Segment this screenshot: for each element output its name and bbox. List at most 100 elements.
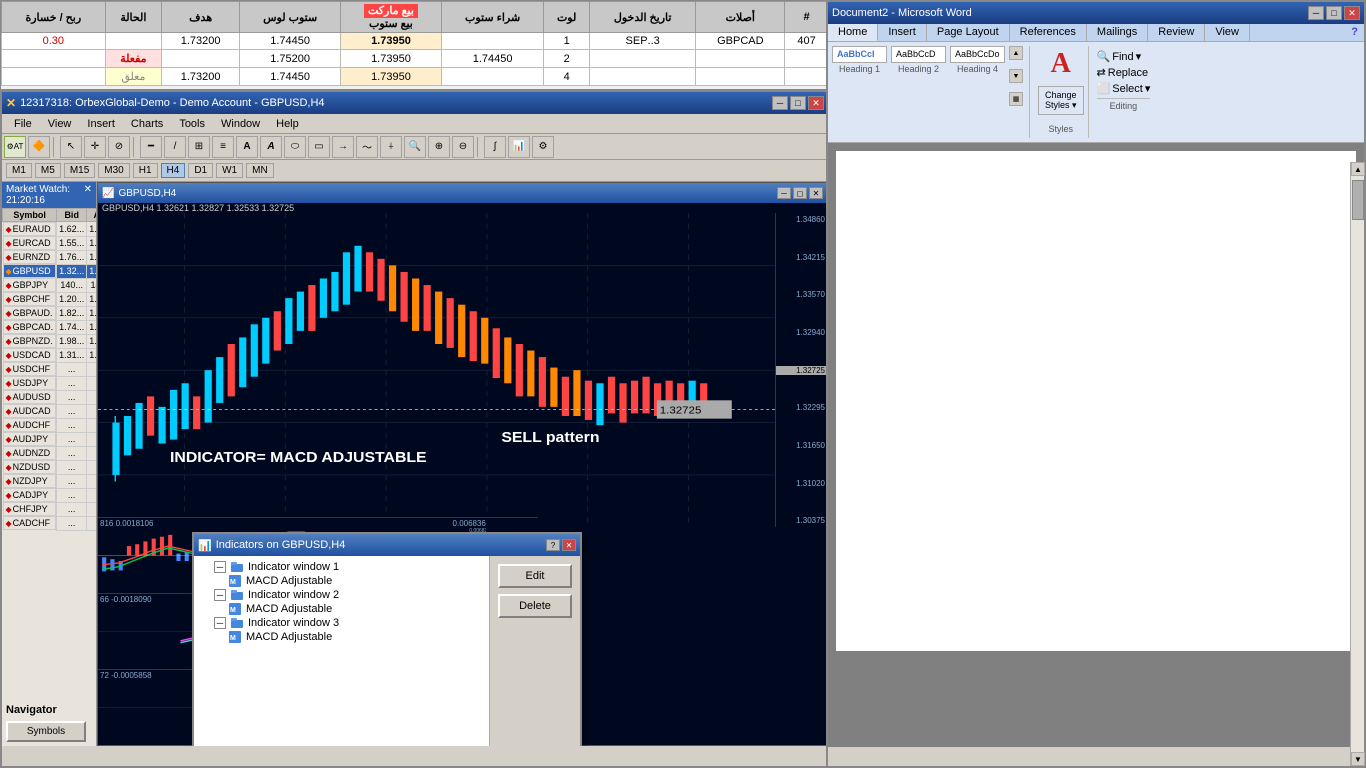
word-tab-insert[interactable]: Insert <box>878 24 927 41</box>
mw-symbol-cell[interactable]: ◆ GBPNZD. <box>3 334 57 348</box>
menu-insert[interactable]: Insert <box>79 116 123 132</box>
tf-h4[interactable]: H4 <box>161 163 186 178</box>
dialog-controls[interactable]: ? ✕ <box>546 539 576 551</box>
mw-symbol-cell[interactable]: ◆ AUDJPY <box>3 432 57 446</box>
mw-symbol-cell[interactable]: ◆ AUDCAD <box>3 404 57 418</box>
scrollbar-thumb[interactable] <box>1352 180 1364 220</box>
tf-m5[interactable]: M5 <box>35 163 61 178</box>
word-tab-mailings[interactable]: Mailings <box>1087 24 1148 41</box>
word-tab-references[interactable]: References <box>1010 24 1087 41</box>
chart-close-btn[interactable]: ✕ <box>809 187 823 199</box>
mw-symbol-cell[interactable]: ◆ CADCHF <box>3 516 57 530</box>
tree-expand-2[interactable]: ─ <box>214 589 226 601</box>
mw-symbol-cell[interactable]: ◆ USDJPY <box>3 376 57 390</box>
scrollbar-dn-btn[interactable]: ▼ <box>1351 752 1365 766</box>
toolbar-zoomin-icon[interactable]: ⊕ <box>428 136 450 158</box>
replace-btn[interactable]: ⇄ Replace <box>1097 66 1151 79</box>
styles-scroll-dn[interactable]: ▼ <box>1009 69 1023 83</box>
heading4-style-btn[interactable]: AaBbCcDo <box>950 46 1005 63</box>
autotrading-icon[interactable]: ⚙AT <box>4 136 26 158</box>
mw-symbol-cell[interactable]: ◆ NZDUSD <box>3 460 57 474</box>
menu-help[interactable]: Help <box>268 116 307 132</box>
mt4-maximize-btn[interactable]: □ <box>790 96 806 110</box>
toolbar-text-icon[interactable]: ≡ <box>212 136 234 158</box>
heading1-style-btn[interactable]: AaBbCcI <box>832 46 887 63</box>
toolbar-settings-icon[interactable]: ⚙ <box>532 136 554 158</box>
toolbar-tline-icon[interactable]: / <box>164 136 186 158</box>
edit-button[interactable]: Edit <box>498 564 572 588</box>
toolbar-icon-1[interactable]: 🔶 <box>28 136 50 158</box>
word-titlebar-controls[interactable]: ─ □ ✕ <box>1308 6 1360 20</box>
styles-scroll-up[interactable]: ▲ <box>1009 46 1023 60</box>
scrollbar-up-btn[interactable]: ▲ <box>1351 162 1365 176</box>
word-minimize-btn[interactable]: ─ <box>1308 6 1324 20</box>
tf-m1[interactable]: M1 <box>6 163 32 178</box>
mw-symbol-cell[interactable]: ◆ EURCAD <box>3 236 57 250</box>
word-tab-review[interactable]: Review <box>1148 24 1205 41</box>
mt4-close-btn[interactable]: ✕ <box>808 96 824 110</box>
chart-minimize-btn[interactable]: ─ <box>777 187 791 199</box>
mw-symbol-cell[interactable]: ◆ CHFJPY <box>3 502 57 516</box>
mw-symbol-cell[interactable]: ◆ GBPUSD <box>3 264 57 278</box>
menu-charts[interactable]: Charts <box>123 116 171 132</box>
menu-view[interactable]: View <box>40 116 80 132</box>
toolbar-mag-icon[interactable]: 🔍 <box>404 136 426 158</box>
dialog-close-btn[interactable]: ✕ <box>562 539 576 551</box>
change-styles-btn[interactable]: Change Styles ▾ <box>1038 86 1084 115</box>
toolbar-ellipse-icon[interactable]: ⬭ <box>284 136 306 158</box>
mw-symbol-cell[interactable]: ◆ GBPAUD. <box>3 306 57 320</box>
tf-d1[interactable]: D1 <box>188 163 213 178</box>
tf-m15[interactable]: M15 <box>64 163 95 178</box>
toolbar-line-icon[interactable]: ━ <box>140 136 162 158</box>
mw-symbol-cell[interactable]: ◆ EURAUD <box>3 222 57 236</box>
menu-file[interactable]: File <box>6 116 40 132</box>
word-tab-view[interactable]: View <box>1205 24 1250 41</box>
tree-expand-3[interactable]: ─ <box>214 617 226 629</box>
mw-symbol-cell[interactable]: ◆ USDCAD <box>3 348 57 362</box>
mw-symbol-cell[interactable]: ◆ AUDNZD <box>3 446 57 460</box>
toolbar-fib2-icon[interactable]: ⍭ <box>380 136 402 158</box>
select-btn[interactable]: ⬜ Select ▾ <box>1097 82 1151 95</box>
word-tab-home[interactable]: Home <box>828 24 878 41</box>
mw-symbol-cell[interactable]: ◆ GBPJPY <box>3 278 57 292</box>
toolbar-chart-icon[interactable]: 📊 <box>508 136 530 158</box>
tree-window1[interactable]: ─ Indicator window 1 <box>198 560 485 574</box>
mw-symbol-cell[interactable]: ◆ USDCHF <box>3 362 57 376</box>
chart-titlebar-controls[interactable]: ─ ◻ ✕ <box>777 187 823 199</box>
word-help-btn[interactable]: ? <box>1345 24 1364 41</box>
word-close-btn[interactable]: ✕ <box>1344 6 1360 20</box>
toolbar-crosshair-icon[interactable]: ✛ <box>84 136 106 158</box>
mw-symbol-cell[interactable]: ◆ CADJPY <box>3 488 57 502</box>
toolbar-rect-icon[interactable]: ▭ <box>308 136 330 158</box>
word-tab-pagelayout[interactable]: Page Layout <box>927 24 1010 41</box>
mw-symbol-cell[interactable]: ◆ AUDCHF <box>3 418 57 432</box>
chart-restore-btn[interactable]: ◻ <box>793 187 807 199</box>
mt4-titlebar-controls[interactable]: ─ □ ✕ <box>772 96 824 110</box>
toolbar-zoom-icon[interactable]: ⊘ <box>108 136 130 158</box>
styles-expand-btn[interactable]: ▦ <box>1009 92 1023 106</box>
tf-mn[interactable]: MN <box>246 163 274 178</box>
toolbar-arrow-icon[interactable]: → <box>332 136 354 158</box>
tree-window2[interactable]: ─ Indicator window 2 <box>198 588 485 602</box>
menu-window[interactable]: Window <box>213 116 268 132</box>
word-scrollbar[interactable]: ▲ ▼ <box>1350 162 1364 766</box>
mw-symbol-cell[interactable]: ◆ EURNZD <box>3 250 57 264</box>
mt4-minimize-btn[interactable]: ─ <box>772 96 788 110</box>
mw-symbol-cell[interactable]: ◆ GBPCHF <box>3 292 57 306</box>
mw-symbol-cell[interactable]: ◆ GBPCAD. <box>3 320 57 334</box>
tree-macd2[interactable]: M MACD Adjustable <box>198 602 485 616</box>
mw-symbol-cell[interactable]: ◆ NZDJPY <box>3 474 57 488</box>
toolbar-A2-icon[interactable]: A <box>260 136 282 158</box>
dialog-help-btn[interactable]: ? <box>546 539 560 551</box>
market-watch-close[interactable]: ✕ <box>84 184 92 206</box>
heading2-style-btn[interactable]: AaBbCcD <box>891 46 946 63</box>
toolbar-A-icon[interactable]: A <box>236 136 258 158</box>
symbols-button[interactable]: Symbols <box>6 721 86 742</box>
toolbar-wave-icon[interactable]: 〜 <box>356 136 378 158</box>
tree-macd1[interactable]: M MACD Adjustable <box>198 574 485 588</box>
tf-w1[interactable]: W1 <box>216 163 243 178</box>
find-btn[interactable]: 🔍 Find ▾ <box>1097 50 1151 63</box>
toolbar-period-icon[interactable]: ∫ <box>484 136 506 158</box>
scrollbar-track[interactable] <box>1351 176 1364 752</box>
tf-m30[interactable]: M30 <box>98 163 129 178</box>
